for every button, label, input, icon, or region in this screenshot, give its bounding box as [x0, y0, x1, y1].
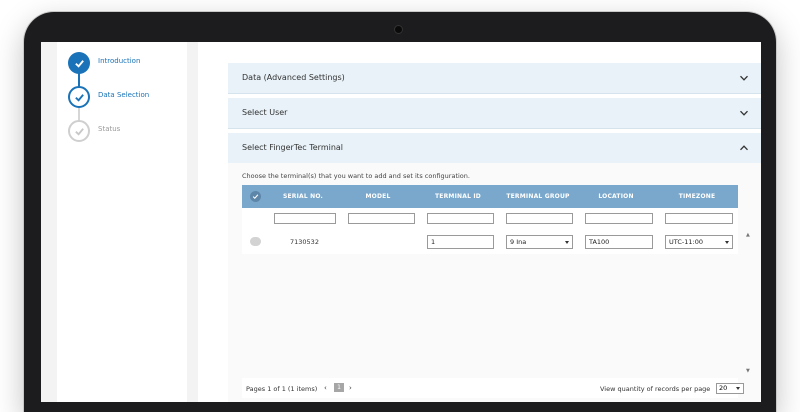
step-data-selection[interactable]: Data Selection	[68, 86, 188, 110]
chevron-up-icon[interactable]	[739, 143, 749, 153]
step-label: Data Selection	[98, 91, 150, 99]
wizard-stepper: Introduction Data Selection Status	[57, 42, 187, 402]
grid-header: SERIAL NO. MODEL TERMINAL ID TERMINAL GR…	[242, 185, 738, 208]
timezone-value: UTC-11:00	[669, 238, 703, 246]
filter-terminal-id-input[interactable]	[427, 213, 494, 224]
check-icon	[68, 52, 90, 74]
select-all-checkbox[interactable]	[250, 191, 261, 202]
panel-title: Select FingerTec Terminal	[242, 143, 344, 152]
filter-serial-input[interactable]	[274, 213, 336, 224]
step-status[interactable]: Status	[68, 120, 188, 144]
main-content: Data (Advanced Settings) Select User Sel…	[198, 42, 761, 402]
timezone-select[interactable]: UTC-11:00	[665, 235, 733, 249]
pager-prev-button[interactable]: ‹	[324, 384, 327, 392]
grid-scrollbar[interactable]: ▲ ▼	[744, 232, 752, 378]
check-icon	[68, 120, 90, 142]
terminal-id-input[interactable]: 1	[427, 235, 494, 249]
terminal-group-value: 9 Ina	[510, 238, 527, 246]
pager-current-page[interactable]: 1	[334, 383, 344, 392]
dropdown-arrow-icon	[565, 241, 569, 244]
grid-pager: Pages 1 of 1 (1 items) ‹ 1 › View quanti…	[242, 378, 744, 398]
step-label: Introduction	[98, 57, 141, 65]
chevron-down-icon[interactable]	[739, 108, 749, 118]
pager-next-button[interactable]: ›	[349, 384, 352, 392]
panel-title: Select User	[242, 108, 288, 117]
column-header-terminal-id[interactable]: TERMINAL ID	[427, 193, 489, 200]
app-screen: Introduction Data Selection Status Data …	[41, 42, 761, 402]
panel-select-terminal[interactable]: Select FingerTec Terminal	[228, 133, 761, 164]
panel-select-user[interactable]: Select User	[228, 98, 761, 129]
column-header-terminal-group[interactable]: TERMINAL GROUP	[505, 193, 571, 200]
instruction-text: Choose the terminal(s) that you want to …	[242, 172, 470, 180]
filter-terminal-group-input[interactable]	[506, 213, 573, 224]
panel-title: Data (Advanced Settings)	[242, 73, 345, 82]
records-per-page-value: 20	[719, 384, 728, 392]
check-icon	[68, 86, 90, 108]
column-header-serial[interactable]: SERIAL NO.	[274, 193, 332, 200]
row-checkbox[interactable]	[250, 237, 261, 246]
dropdown-arrow-icon	[725, 241, 729, 244]
column-header-model[interactable]: MODEL	[348, 193, 408, 200]
filter-timezone-input[interactable]	[665, 213, 733, 224]
step-label: Status	[98, 125, 121, 133]
filter-location-input[interactable]	[585, 213, 653, 224]
records-per-page-select[interactable]: 20	[716, 383, 744, 394]
column-header-timezone[interactable]: TIMEZONE	[665, 193, 729, 200]
panel-advanced-settings[interactable]: Data (Advanced Settings)	[228, 63, 761, 94]
records-per-page-label: View quantity of records per page	[600, 385, 711, 393]
table-row: 7130532 1 9 Ina TA100 UTC-11:00	[242, 230, 738, 254]
pager-info: Pages 1 of 1 (1 items)	[246, 385, 318, 393]
dropdown-arrow-icon	[736, 387, 740, 390]
filter-model-input[interactable]	[348, 213, 415, 224]
terminal-section: Choose the terminal(s) that you want to …	[228, 163, 761, 402]
location-input[interactable]: TA100	[585, 235, 653, 249]
camera-dot	[395, 26, 402, 33]
scroll-down-icon[interactable]: ▼	[746, 368, 750, 374]
step-introduction[interactable]: Introduction	[68, 52, 188, 76]
cell-serial-no: 7130532	[290, 238, 319, 246]
scroll-up-icon[interactable]: ▲	[746, 232, 750, 238]
terminal-group-select[interactable]: 9 Ina	[506, 235, 573, 249]
filter-row	[242, 208, 738, 230]
column-header-location[interactable]: LOCATION	[585, 193, 647, 200]
chevron-down-icon[interactable]	[739, 73, 749, 83]
grid-empty-area	[242, 254, 738, 372]
check-icon	[252, 194, 259, 200]
